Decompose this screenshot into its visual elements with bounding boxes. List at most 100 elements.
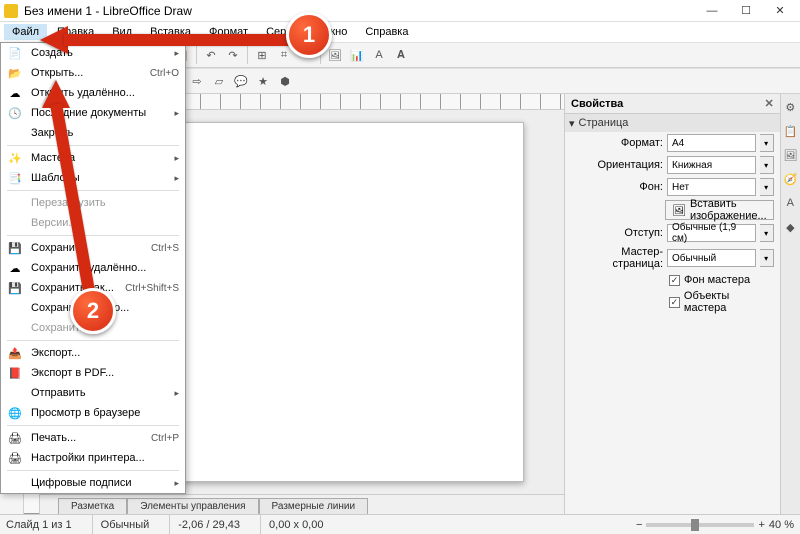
menu-item-preview[interactable]: 🌐Просмотр в браузере <box>1 403 185 423</box>
menu-item-open-remote[interactable]: ☁Открыть удалённо... <box>1 83 185 103</box>
field-margin: Отступ: Обычные (1,9 см) ▾ <box>565 222 780 244</box>
menu-item-save-as[interactable]: 💾Сохранить как...Ctrl+Shift+S <box>1 278 185 298</box>
layer-tabs: Разметка Элементы управления Размерные л… <box>40 494 564 514</box>
chart-icon[interactable]: 📊 <box>347 45 367 65</box>
field-background: Фон: Нет ▾ <box>565 176 780 198</box>
undo-icon[interactable]: ↶ <box>201 45 221 65</box>
menu-item-new[interactable]: 📄Создать▸ <box>1 43 185 63</box>
status-coords: -2,06 / 29,43 <box>169 515 248 534</box>
menu-item-reload: Перезагрузить <box>1 193 185 213</box>
menu-tools[interactable]: Сервис <box>258 24 312 40</box>
menu-item-templates[interactable]: 📑Шаблоны▸ <box>1 168 185 188</box>
format-label: Формат: <box>571 137 663 149</box>
menu-item-wizards[interactable]: ✨Мастера▸ <box>1 148 185 168</box>
menu-item-close[interactable]: Закрыть <box>1 123 185 143</box>
file-menu-dropdown: 📄Создать▸ 📂Открыть...Ctrl+O ☁Открыть уда… <box>0 42 186 494</box>
gear-icon[interactable]: ⚙ <box>781 98 799 116</box>
menu-item-send[interactable]: Отправить▸ <box>1 383 185 403</box>
menu-window[interactable]: Окно <box>314 24 356 40</box>
menu-item-recent[interactable]: 🕓Последние документы▸ <box>1 103 185 123</box>
menu-item-signatures[interactable]: Цифровые подписи▸ <box>1 473 185 493</box>
insert-image-button[interactable]: 🖼 Вставить изображение... <box>665 200 774 220</box>
menu-view[interactable]: Вид <box>104 24 140 40</box>
callout-icon[interactable]: 💬 <box>231 71 251 91</box>
menu-format[interactable]: Формат <box>201 24 256 40</box>
template-icon: 📑 <box>7 170 23 186</box>
fontwork-icon[interactable]: 𝐀 <box>391 45 411 65</box>
master-dropdown-icon[interactable]: ▾ <box>760 249 774 267</box>
margin-value[interactable]: Обычные (1,9 см) <box>667 224 756 242</box>
menu-item-save-remote[interactable]: ☁Сохранить удалённо... <box>1 258 185 278</box>
menu-item-versions: Версии... <box>1 213 185 233</box>
background-label: Фон: <box>571 181 663 193</box>
tab-dimlines[interactable]: Размерные линии <box>259 498 369 514</box>
printer-settings-icon: 🖨 <box>7 450 23 466</box>
3d-icon[interactable]: ⬢ <box>275 71 295 91</box>
navigator-tab-icon[interactable]: 🧭 <box>781 170 799 188</box>
menu-file[interactable]: Файл <box>4 24 47 40</box>
section-page[interactable]: ▾ Страница <box>565 114 780 132</box>
title-bar: Без имени 1 - LibreOffice Draw — ☐ ✕ <box>0 0 800 22</box>
field-master: Мастер-страница: Обычный ▾ <box>565 244 780 272</box>
maximize-button[interactable]: ☐ <box>730 1 762 21</box>
margin-dropdown-icon[interactable]: ▾ <box>760 224 774 242</box>
image-icon[interactable]: 🖼 <box>325 45 345 65</box>
menu-item-printer-settings[interactable]: 🖨Настройки принтера... <box>1 448 185 468</box>
text-icon[interactable]: A <box>369 45 389 65</box>
properties-title: Свойства <box>571 98 623 110</box>
grid-icon[interactable]: ⊞ <box>252 45 272 65</box>
tab-layout[interactable]: Разметка <box>58 498 127 514</box>
help-icon[interactable]: ? <box>296 45 316 65</box>
status-bar: Слайд 1 из 1 Обычный -2,06 / 29,43 0,00 … <box>0 514 800 534</box>
snap-icon[interactable]: ⌗ <box>274 45 294 65</box>
zoom-value: 40 % <box>769 519 794 531</box>
tab-controls[interactable]: Элементы управления <box>127 498 258 514</box>
styles-tab-icon[interactable]: A <box>781 194 799 212</box>
orientation-value[interactable]: Книжная <box>667 156 756 174</box>
menu-item-print[interactable]: 🖨Печать...Ctrl+P <box>1 428 185 448</box>
margin-label: Отступ: <box>571 227 663 239</box>
minimize-button[interactable]: — <box>696 1 728 21</box>
zoom-out-icon[interactable]: − <box>636 519 642 531</box>
arrows-icon[interactable]: ⇨ <box>187 71 207 91</box>
menu-item-export[interactable]: 📤Экспорт... <box>1 343 185 363</box>
redo-icon[interactable]: ↷ <box>223 45 243 65</box>
menu-item-save[interactable]: 💾СохранитьCtrl+S <box>1 238 185 258</box>
background-dropdown-icon[interactable]: ▾ <box>760 178 774 196</box>
gallery-tab-icon[interactable]: 🖼 <box>781 146 799 164</box>
checkbox-icon: ✓ <box>669 275 680 286</box>
properties-header: Свойства ✕ <box>565 94 780 114</box>
section-label: Страница <box>579 117 629 129</box>
flow-icon[interactable]: ▱ <box>209 71 229 91</box>
save-as-icon: 💾 <box>7 280 23 296</box>
menu-item-save-copy[interactable]: Сохранить копию... <box>1 298 185 318</box>
menu-item-export-pdf[interactable]: 📕Экспорт в PDF... <box>1 363 185 383</box>
chk-master-objects[interactable]: ✓ Объекты мастера <box>565 288 780 316</box>
orientation-dropdown-icon[interactable]: ▾ <box>760 156 774 174</box>
master-value[interactable]: Обычный <box>667 249 756 267</box>
format-dropdown-icon[interactable]: ▾ <box>760 134 774 152</box>
zoom-slider[interactable] <box>646 523 754 527</box>
zoom-in-icon[interactable]: + <box>758 519 764 531</box>
close-button[interactable]: ✕ <box>764 1 796 21</box>
chk-master-bg[interactable]: ✓ Фон мастера <box>565 272 780 288</box>
checkbox-icon: ✓ <box>669 297 680 308</box>
menu-bar: Файл Правка Вид Вставка Формат Сервис Ок… <box>0 22 800 42</box>
wizard-icon: ✨ <box>7 150 23 166</box>
background-value[interactable]: Нет <box>667 178 756 196</box>
shapes-tab-icon[interactable]: ◆ <box>781 218 799 236</box>
menu-item-open[interactable]: 📂Открыть...Ctrl+O <box>1 63 185 83</box>
format-value[interactable]: A4 <box>667 134 756 152</box>
new-icon: 📄 <box>7 45 23 61</box>
close-panel-icon[interactable]: ✕ <box>764 97 773 110</box>
save-icon: 💾 <box>7 240 23 256</box>
menu-insert[interactable]: Вставка <box>142 24 199 40</box>
image-icon: 🖼 <box>672 204 686 217</box>
menu-edit[interactable]: Правка <box>49 24 102 40</box>
properties-tab-icon[interactable]: 📋 <box>781 122 799 140</box>
star-icon[interactable]: ★ <box>253 71 273 91</box>
menu-help[interactable]: Справка <box>357 24 416 40</box>
window-title: Без имени 1 - LibreOffice Draw <box>24 4 696 18</box>
properties-panel: Свойства ✕ ▾ Страница Формат: A4 ▾ Ориен… <box>565 94 780 514</box>
status-style: Обычный <box>92 515 158 534</box>
